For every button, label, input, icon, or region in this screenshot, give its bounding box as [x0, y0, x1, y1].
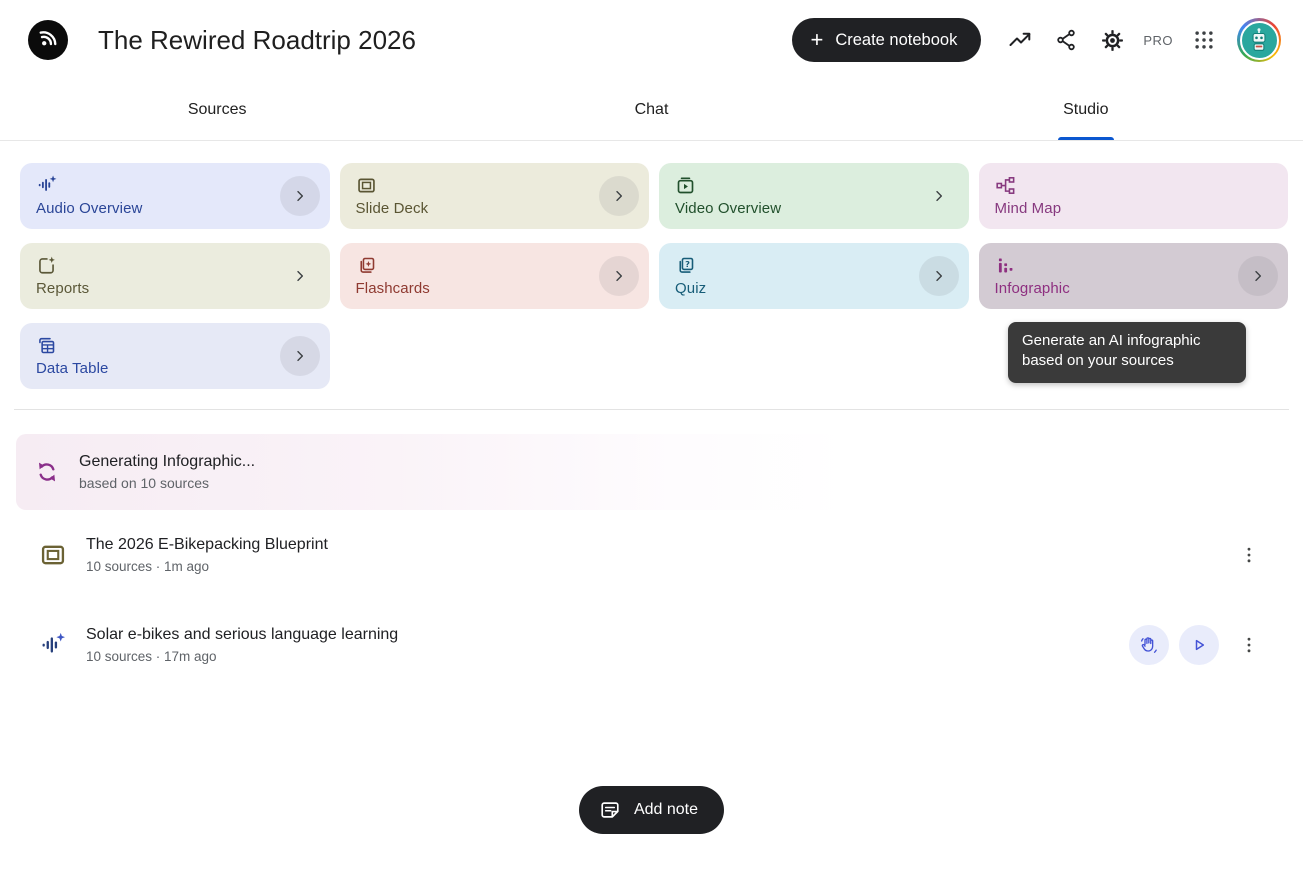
plus-icon: + [810, 29, 823, 51]
app-header: The Rewired Roadtrip 2026 + Create noteb… [0, 0, 1303, 80]
notebooklm-logo[interactable] [28, 20, 68, 60]
flashcards-icon [356, 255, 377, 275]
card-label: Flashcards [356, 280, 430, 297]
analytics-button[interactable] [997, 17, 1043, 63]
tab-sources-label: Sources [188, 101, 247, 119]
data-table-icon [36, 335, 57, 355]
tab-chat[interactable]: Chat [434, 80, 868, 140]
artifact-row-slide-deck[interactable]: The 2026 E-Bikepacking Blueprint 10 sour… [0, 510, 1303, 600]
chevron-right-icon[interactable] [280, 256, 320, 296]
generating-spinner-icon [34, 459, 60, 485]
card-label: Infographic [995, 280, 1070, 297]
mind-map-icon [995, 175, 1016, 195]
user-avatar[interactable] [1237, 18, 1281, 62]
notebook-title[interactable]: The Rewired Roadtrip 2026 [98, 25, 416, 56]
note-icon [599, 799, 621, 821]
tab-studio[interactable]: Studio [869, 80, 1303, 140]
chevron-right-icon[interactable] [599, 256, 639, 296]
tab-chat-label: Chat [635, 101, 669, 119]
artifact-meta: 10 sources · 17m ago [86, 649, 398, 664]
quiz-icon: ? [675, 255, 696, 275]
card-label: Slide Deck [356, 200, 429, 217]
hand-wave-icon [1139, 635, 1159, 655]
chevron-right-icon[interactable] [280, 336, 320, 376]
notebooklm-logo-icon [35, 27, 61, 53]
chevron-right-icon[interactable] [599, 176, 639, 216]
more-options-button[interactable] [1235, 535, 1263, 575]
more-options-button[interactable] [1235, 625, 1263, 665]
interactive-mode-button[interactable] [1129, 625, 1169, 665]
tab-studio-label: Studio [1063, 101, 1108, 119]
artifact-list: The 2026 E-Bikepacking Blueprint 10 sour… [0, 510, 1303, 690]
settings-button[interactable] [1089, 17, 1135, 63]
slide-deck-icon [38, 541, 68, 569]
robot-avatar-icon [1246, 27, 1272, 53]
chevron-right-icon[interactable] [919, 176, 959, 216]
apps-grid-button[interactable] [1181, 17, 1227, 63]
apps-grid-icon [1193, 29, 1215, 51]
share-icon [1054, 28, 1078, 52]
svg-text:?: ? [685, 258, 690, 268]
report-sparkle-icon [36, 255, 57, 275]
chevron-right-icon[interactable] [1238, 256, 1278, 296]
artifact-title: Solar e-bikes and serious language learn… [86, 626, 398, 644]
studio-card-quiz[interactable]: ? Quiz [659, 243, 969, 309]
artifact-title: The 2026 E-Bikepacking Blueprint [86, 536, 328, 554]
section-divider [14, 409, 1289, 410]
card-label: Reports [36, 280, 89, 297]
studio-card-data-table[interactable]: Data Table [20, 323, 330, 389]
generating-status-row: Generating Infographic... based on 10 so… [16, 434, 848, 510]
studio-card-slide-deck[interactable]: Slide Deck [340, 163, 650, 229]
audio-waveform-sparkle-icon [38, 631, 68, 659]
vertical-dots-icon [1239, 545, 1259, 565]
slide-deck-icon [356, 175, 377, 195]
pro-badge: PRO [1143, 33, 1173, 48]
studio-card-flashcards[interactable]: Flashcards [340, 243, 650, 309]
add-note-button[interactable]: Add note [579, 786, 724, 834]
studio-card-infographic[interactable]: Infographic [979, 243, 1289, 309]
vertical-dots-icon [1239, 635, 1259, 655]
card-label: Audio Overview [36, 200, 142, 217]
notebook-tabs: Sources Chat Studio [0, 80, 1303, 141]
play-icon [1189, 635, 1209, 655]
card-label: Video Overview [675, 200, 781, 217]
artifact-row-audio-overview[interactable]: Solar e-bikes and serious language learn… [0, 600, 1303, 690]
studio-card-video-overview[interactable]: Video Overview [659, 163, 969, 229]
create-notebook-label: Create notebook [835, 31, 957, 50]
chevron-right-icon[interactable] [280, 176, 320, 216]
chevron-right-icon[interactable] [919, 256, 959, 296]
card-label: Data Table [36, 360, 108, 377]
bar-chart-icon [995, 255, 1016, 275]
studio-card-reports[interactable]: Reports [20, 243, 330, 309]
audio-waveform-sparkle-icon [36, 175, 58, 195]
add-note-label: Add note [634, 801, 698, 819]
tab-sources[interactable]: Sources [0, 80, 434, 140]
studio-card-mind-map[interactable]: Mind Map [979, 163, 1289, 229]
create-notebook-button[interactable]: + Create notebook [792, 18, 981, 62]
studio-card-audio-overview[interactable]: Audio Overview [20, 163, 330, 229]
gear-icon [1100, 28, 1125, 53]
infographic-tooltip: Generate an AI infographic based on your… [1008, 322, 1246, 383]
generating-title: Generating Infographic... [79, 453, 255, 471]
video-overview-icon [675, 175, 696, 195]
artifact-meta: 10 sources · 1m ago [86, 559, 328, 574]
card-label: Mind Map [995, 200, 1062, 217]
play-audio-button[interactable] [1179, 625, 1219, 665]
card-label: Quiz [675, 280, 706, 297]
generating-subtitle: based on 10 sources [79, 475, 255, 491]
share-button[interactable] [1043, 17, 1089, 63]
trending-up-icon [1008, 28, 1032, 52]
